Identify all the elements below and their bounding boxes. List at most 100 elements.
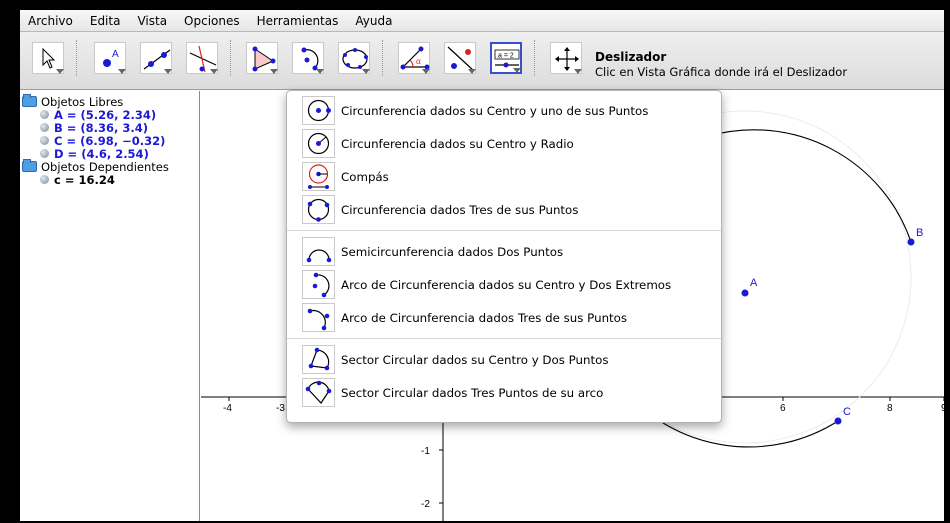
menu-ayuda[interactable]: Ayuda [355, 14, 392, 28]
menu-item-compass[interactable]: Compás [287, 160, 721, 193]
tool-submenu-arrow [118, 69, 126, 74]
algebra-object-row[interactable]: B = (8.36, 3.4) [20, 121, 199, 135]
reflect-tool-button[interactable] [444, 42, 476, 74]
point-b[interactable] [907, 238, 915, 246]
angle-tool-button[interactable]: α [398, 42, 430, 74]
active-tool-info: Deslizador Clic en Vista Gráfica donde i… [595, 50, 847, 79]
menu-item-label: Arco de Circunferencia dados su Centro y… [341, 277, 672, 292]
visibility-toggle-icon[interactable] [40, 149, 49, 158]
y-tick-label: -2 [421, 499, 430, 510]
active-tool-description: Clic en Vista Gráfica donde irá el Desli… [595, 65, 848, 79]
toolbar-separator [534, 40, 535, 76]
tool-submenu-arrow [362, 69, 370, 74]
sector-three-points-icon [305, 380, 332, 404]
compass-icon [308, 164, 329, 189]
tool-submenu-arrow [316, 69, 324, 74]
x-tick-label: 6 [780, 403, 786, 414]
dependent-objects-label: Objetos Dependientes [41, 159, 169, 174]
circle-tools-dropdown: Circunferencia dados su Centro y uno de … [286, 90, 722, 423]
menu-separator [287, 338, 721, 339]
menu-item-sector-center[interactable]: Sector Circular dados su Centro y Dos Pu… [287, 343, 721, 376]
tool-submenu-arrow [468, 69, 476, 74]
tool-submenu-arrow [574, 69, 582, 74]
menu-item-arc-center[interactable]: Arco de Circunferencia dados su Centro y… [287, 268, 721, 301]
folder-icon [22, 94, 37, 107]
svg-text:A: A [112, 49, 119, 60]
circle-tool-button[interactable] [292, 42, 324, 74]
menu-item-circle-center-radius[interactable]: Circunferencia dados su Centro y Radio [287, 127, 721, 160]
algebra-object-row[interactable]: D = (4.6, 2.54) [20, 146, 199, 161]
algebra-object-text: A = (5.26, 2.34) [54, 107, 157, 122]
x-tick-label: 8 [887, 403, 893, 414]
menu-item-circle-three-points[interactable]: Circunferencia dados Tres de sus Puntos [287, 193, 721, 226]
visibility-toggle-icon[interactable] [40, 136, 49, 145]
svg-text:α: α [416, 56, 421, 66]
conic-tool-button[interactable] [338, 42, 370, 74]
menu-item-label: Sector Circular dados su Centro y Dos Pu… [341, 352, 609, 367]
arc-center-two-points-icon [312, 272, 330, 298]
point-label-c: C [843, 406, 851, 418]
menu-herramientas[interactable]: Herramientas [257, 14, 339, 28]
tool-submenu-arrow [513, 68, 521, 73]
folder-icon [22, 159, 37, 172]
tool-submenu-arrow [422, 69, 430, 74]
toolbar: A α a = 2 Deslizador Clic en Vista Gráfi… [20, 32, 944, 90]
tool-submenu-arrow [164, 69, 172, 74]
circle-center-radius-icon [307, 132, 330, 155]
new-point-button[interactable]: A [94, 42, 126, 74]
menu-vista[interactable]: Vista [137, 14, 167, 28]
visibility-toggle-icon[interactable] [40, 175, 49, 184]
visibility-toggle-icon[interactable] [40, 110, 49, 119]
arc-c-upper[interactable] [708, 129, 912, 243]
x-tick-label: 9 [941, 403, 944, 414]
menu-edita[interactable]: Edita [90, 14, 121, 28]
perpendicular-tool-button[interactable] [186, 42, 218, 74]
tool-submenu-arrow [56, 69, 64, 74]
sector-center-two-points-icon [308, 347, 330, 371]
menu-item-label: Arco de Circunferencia dados Tres de sus… [341, 310, 628, 325]
y-tick-label: -1 [421, 446, 430, 457]
circle-center-point-icon [307, 99, 331, 122]
menu-opciones[interactable]: Opciones [184, 14, 240, 28]
point-label-b: B [916, 227, 923, 239]
toolbar-separator [76, 40, 77, 76]
menu-item-arc-three-points[interactable]: Arco de Circunferencia dados Tres de sus… [287, 301, 721, 334]
menu-item-label: Sector Circular dados Tres Puntos de su … [341, 385, 604, 400]
move-view-tool-button[interactable] [550, 42, 582, 74]
dependent-objects-folder[interactable]: Objetos Dependientes [20, 159, 199, 174]
polygon-tool-button[interactable] [246, 42, 278, 74]
move-tool-button[interactable] [32, 42, 64, 74]
menu-item-label: Semicircunferencia dados Dos Puntos [341, 244, 564, 259]
menu-archivo[interactable]: Archivo [28, 14, 73, 28]
slider-tool-button[interactable]: a = 2 [490, 42, 522, 74]
menu-item-label: Circunferencia dados Tres de sus Puntos [341, 202, 579, 217]
algebra-object-text: C = (6.98, −0.32) [54, 133, 166, 148]
algebra-object-text: c = 16.24 [54, 172, 115, 187]
menu-item-label: Circunferencia dados su Centro y uno de … [341, 103, 649, 118]
algebra-object-row[interactable]: C = (6.98, −0.32) [20, 133, 199, 148]
tool-submenu-arrow [270, 69, 278, 74]
menu-item-sector-three-points[interactable]: Sector Circular dados Tres Puntos de su … [287, 376, 721, 409]
visibility-toggle-icon[interactable] [40, 123, 49, 132]
algebra-view[interactable]: Objetos Libres A = (5.26, 2.34) B = (8.3… [20, 91, 200, 521]
menu-item-semicircle[interactable]: Semicircunferencia dados Dos Puntos [287, 235, 721, 268]
free-objects-label: Objetos Libres [41, 94, 124, 109]
toolbar-separator [382, 40, 383, 76]
point-a[interactable] [741, 289, 749, 297]
menu-item-label: Circunferencia dados su Centro y Radio [341, 136, 574, 151]
free-objects-folder[interactable]: Objetos Libres [20, 94, 199, 109]
algebra-object-row[interactable]: A = (5.26, 2.34) [20, 107, 199, 122]
geogebra-window: Archivo Edita Vista Opciones Herramienta… [20, 10, 944, 521]
point-c[interactable] [834, 417, 842, 425]
menu-item-circle-center-point[interactable]: Circunferencia dados su Centro y uno de … [287, 94, 721, 127]
toolbar-separator [230, 40, 231, 76]
semicircle-icon [306, 249, 332, 263]
arc-three-points-icon [307, 308, 330, 331]
tool-submenu-arrow [210, 69, 218, 74]
algebra-object-row[interactable]: c = 16.24 [20, 172, 199, 187]
algebra-object-text: D = (4.6, 2.54) [54, 146, 149, 161]
x-tick-label: -3 [276, 403, 285, 414]
line-tool-button[interactable] [140, 42, 172, 74]
svg-text:a = 2: a = 2 [498, 53, 514, 60]
circle-three-points-icon [307, 198, 330, 222]
